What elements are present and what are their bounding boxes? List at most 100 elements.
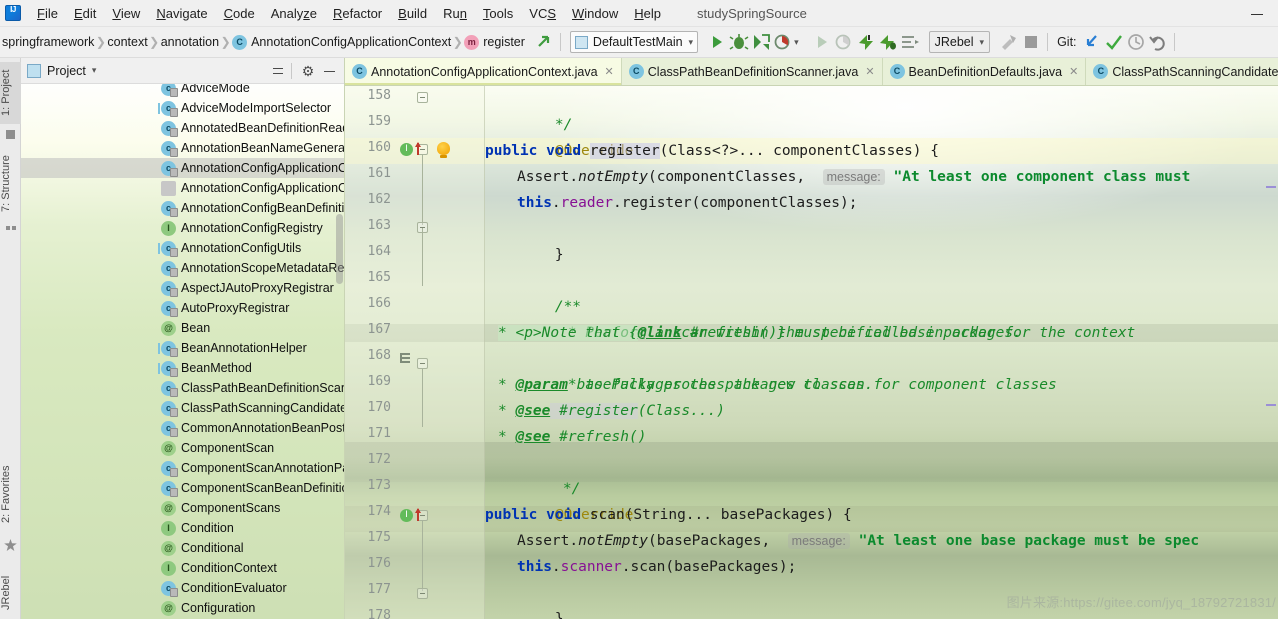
menu-item-code[interactable]: Code xyxy=(216,3,263,24)
collapse-all-icon[interactable] xyxy=(269,62,287,80)
run-configuration-selector[interactable]: DefaultTestMain ▾ xyxy=(569,31,699,53)
overriding-method-badge[interactable]: I xyxy=(400,143,413,156)
overriding-method-arrow-icon[interactable] xyxy=(414,141,422,155)
changed-lines-marker-icon[interactable] xyxy=(400,352,412,365)
list-item[interactable]: c BeanAnnotationHelper xyxy=(21,338,344,358)
code-fold-icon[interactable] xyxy=(417,358,428,369)
list-item[interactable]: I ConditionContext xyxy=(21,558,344,578)
list-item[interactable]: c ClassPathScanningCandidateComponentPro… xyxy=(21,398,344,418)
code-text-area[interactable]: */ @Override public void register(Class<… xyxy=(485,86,1278,619)
list-item[interactable]: @ ComponentScans xyxy=(21,498,344,518)
list-item[interactable]: c AspectJAutoProxyRegistrar xyxy=(21,278,344,298)
menu-item-navigate[interactable]: Navigate xyxy=(148,3,215,24)
chevron-down-icon[interactable]: ▾ xyxy=(92,65,97,76)
java-annotation-icon: @ xyxy=(161,600,176,616)
profile-button[interactable] xyxy=(772,31,794,53)
code-fold-icon[interactable] xyxy=(417,92,428,103)
list-item[interactable]: c ComponentScanAnnotationParser xyxy=(21,458,344,478)
menu-item-vcs[interactable]: VCS xyxy=(521,3,564,24)
jrebel-selector[interactable]: JRebel ▾ xyxy=(928,31,991,53)
jrebel-run-button[interactable] xyxy=(855,31,877,53)
chevron-right-icon: ❯ xyxy=(95,35,106,49)
menu-item-view[interactable]: View xyxy=(104,3,148,24)
list-item[interactable]: c AnnotatedBeanDefinitionReader xyxy=(21,118,344,138)
close-icon[interactable]: ✕ xyxy=(605,65,614,78)
list-item[interactable]: c AnnotationBeanNameGenerator xyxy=(21,138,345,158)
menu-item-build[interactable]: Build xyxy=(390,3,435,24)
breadcrumb-item-annotation[interactable]: annotation xyxy=(161,35,219,49)
history-clock-icon[interactable] xyxy=(1125,31,1147,53)
debug-button[interactable] xyxy=(728,31,750,53)
breadcrumb-item-class[interactable]: C AnnotationConfigApplicationContext xyxy=(232,34,451,50)
menu-item-refactor[interactable]: Refactor xyxy=(325,3,390,24)
list-item[interactable]: c ConditionEvaluator xyxy=(21,578,344,598)
close-icon[interactable]: ✕ xyxy=(865,65,874,78)
close-icon[interactable]: ✕ xyxy=(1069,65,1078,78)
gear-icon[interactable]: ⚙ xyxy=(299,62,317,80)
editor-tab-beandefinitiondefaults[interactable]: C BeanDefinitionDefaults.java ✕ xyxy=(883,58,1087,85)
profile-chevron-down-icon[interactable]: ▾ xyxy=(794,37,799,48)
sidebar-item-jrebel[interactable]: JRebel xyxy=(0,568,21,618)
editor-gutter[interactable]: 158 159 160 161 162 163 164 165 166 167 … xyxy=(345,86,485,619)
project-tree-scrollbar[interactable] xyxy=(336,214,343,284)
breadcrumb-item-context[interactable]: context xyxy=(107,35,147,49)
list-item[interactable]: @ Bean xyxy=(21,318,344,338)
list-item[interactable]: I Condition xyxy=(21,518,344,538)
code-line-162: this.reader.register(componentClasses); xyxy=(517,195,858,211)
run-button[interactable] xyxy=(706,31,728,53)
code-editor[interactable]: 158 159 160 161 162 163 164 165 166 167 … xyxy=(345,86,1278,619)
project-tree[interactable]: c AdviceMode c AdviceModeImportSelector … xyxy=(21,84,345,619)
menu-item-edit[interactable]: Edit xyxy=(66,3,104,24)
code-fold-icon[interactable] xyxy=(417,588,428,599)
intention-bulb-icon[interactable] xyxy=(437,142,450,158)
list-item[interactable]: I AnnotationConfigRegistry xyxy=(21,218,344,238)
list-item[interactable]: c AutoProxyRegistrar xyxy=(21,298,344,318)
chevron-right-icon: ❯ xyxy=(452,35,463,49)
sidebar-item-favorites[interactable]: 2: Favorites xyxy=(0,456,21,532)
menu-item-tools[interactable]: Tools xyxy=(475,3,521,24)
jrebel-debug-button[interactable] xyxy=(877,31,899,53)
overriding-method-badge[interactable]: I xyxy=(400,509,413,522)
list-item[interactable]: c ComponentScanBeanDefinitionParser xyxy=(21,478,344,498)
overriding-method-arrow-icon[interactable] xyxy=(414,507,422,521)
menu-item-analyze[interactable]: Analyze xyxy=(263,3,325,24)
commit-checkmark-icon[interactable] xyxy=(1103,31,1125,53)
update-project-arrow-icon[interactable] xyxy=(1081,31,1103,53)
hammer-build-icon[interactable] xyxy=(998,31,1020,53)
stop-square-icon[interactable] xyxy=(1020,31,1042,53)
editor-tab-classpathscanningcandidatecomponentprovider[interactable]: C ClassPathScanningCandidateComponentPro… xyxy=(1086,58,1278,85)
list-item[interactable]: @ Configuration xyxy=(21,598,344,618)
list-item[interactable]: c AdviceMode xyxy=(21,84,344,98)
list-item[interactable]: AnnotationConfigApplicationContextTests xyxy=(21,178,344,198)
vcs-update-arrow-icon[interactable] xyxy=(533,31,555,53)
minimize-icon[interactable] xyxy=(1242,0,1272,27)
list-item[interactable]: c CommonAnnotationBeanPostProcessor xyxy=(21,418,344,438)
jrebel-console-button[interactable] xyxy=(899,31,921,53)
editor-tab-classpathbeandefinitionscanner[interactable]: C ClassPathBeanDefinitionScanner.java ✕ xyxy=(622,58,883,85)
list-item[interactable]: c AdviceModeImportSelector xyxy=(21,98,344,118)
breadcrumb-item-method[interactable]: m register xyxy=(464,34,525,50)
rollback-arrow-icon[interactable] xyxy=(1147,31,1169,53)
list-item[interactable]: c AnnotationConfigBeanDefinitionParser xyxy=(21,198,344,218)
run-with-coverage-button[interactable] xyxy=(750,31,772,53)
list-item-label: AnnotationBeanNameGenerator xyxy=(181,141,345,155)
list-item-label: AdviceMode xyxy=(181,84,250,95)
rerun-button[interactable] xyxy=(811,31,833,53)
menu-item-run[interactable]: Run xyxy=(435,3,475,24)
sidebar-item-project[interactable]: 1: Project xyxy=(0,62,21,124)
list-item[interactable]: c AnnotationConfigUtils xyxy=(21,238,344,258)
menu-item-window[interactable]: Window xyxy=(564,3,626,24)
list-item-selected[interactable]: c AnnotationConfigApplicationContext xyxy=(21,158,344,178)
list-item[interactable]: @ Conditional xyxy=(21,538,344,558)
list-item[interactable]: c AnnotationScopeMetadataResolver xyxy=(21,258,344,278)
list-item[interactable]: c BeanMethod xyxy=(21,358,344,378)
list-item[interactable]: c ClassPathBeanDefinitionScanner xyxy=(21,378,344,398)
attach-profiler-button[interactable] xyxy=(833,31,855,53)
list-item[interactable]: @ ComponentScan xyxy=(21,438,344,458)
breadcrumb-item-springframework[interactable]: springframework xyxy=(0,35,94,49)
editor-tab-annotationconfigapplicationcontext[interactable]: C AnnotationConfigApplicationContext.jav… xyxy=(345,58,622,85)
menu-item-file[interactable]: File xyxy=(29,3,66,24)
menu-item-help[interactable]: Help xyxy=(626,3,669,24)
sidebar-item-structure[interactable]: 7: Structure xyxy=(0,148,21,220)
hide-panel-icon[interactable] xyxy=(320,62,338,80)
